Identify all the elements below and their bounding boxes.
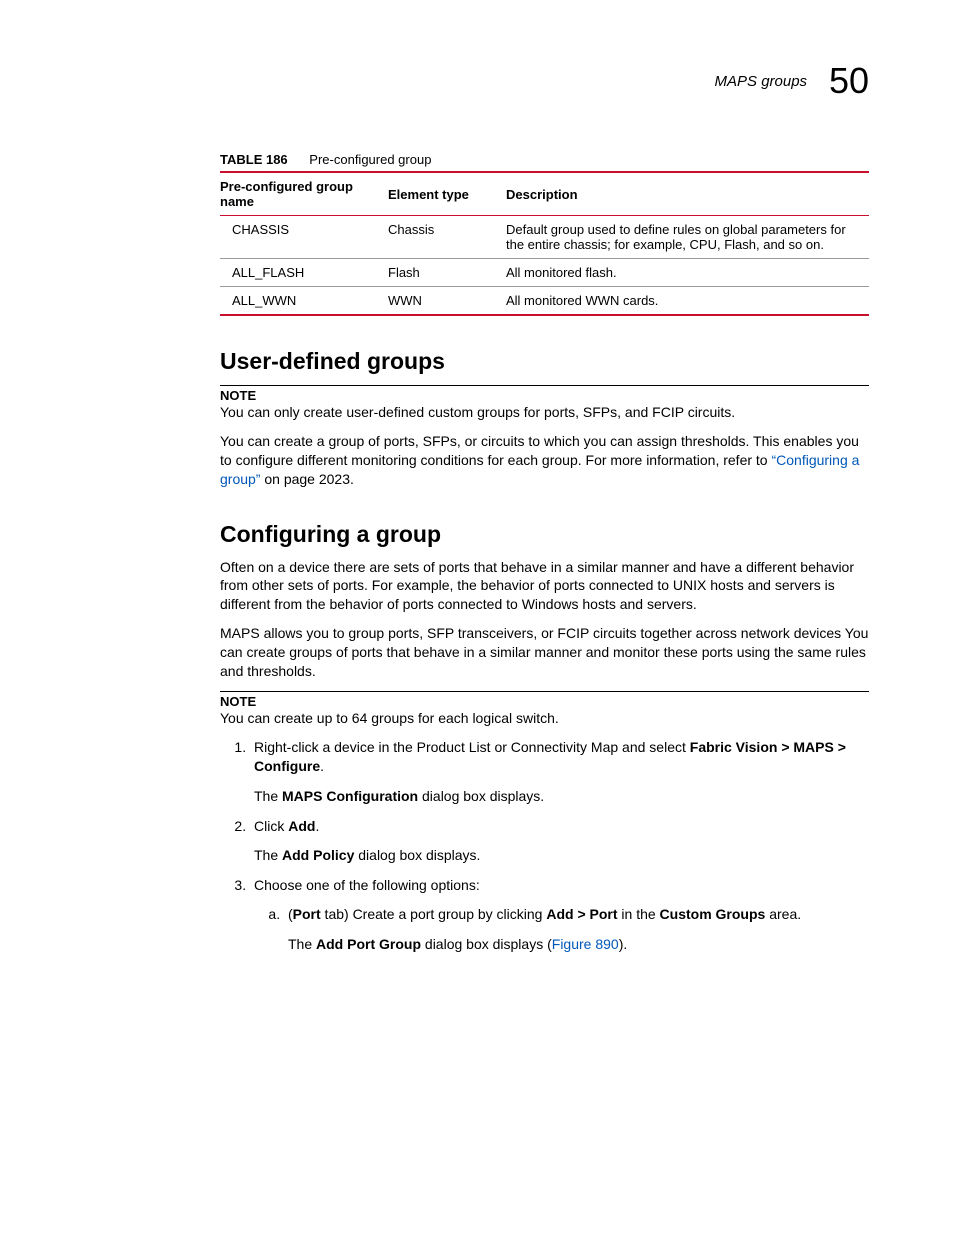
cell-desc: All monitored flash. — [506, 259, 869, 287]
table-row: ALL_FLASH Flash All monitored flash. — [220, 259, 869, 287]
preconfigured-group-table: Pre-configured group name Element type D… — [220, 171, 869, 316]
heading-configuring-a-group: Configuring a group — [220, 521, 869, 548]
cell-type: Flash — [388, 259, 506, 287]
note-label: NOTE — [220, 694, 869, 709]
step-2: Click Add. The Add Policy dialog box dis… — [250, 817, 869, 866]
cell-name: ALL_FLASH — [220, 259, 388, 287]
table-row: CHASSIS Chassis Default group used to de… — [220, 216, 869, 259]
step-result: The Add Policy dialog box displays. — [254, 846, 869, 866]
step-1: Right-click a device in the Product List… — [250, 738, 869, 807]
step-3: Choose one of the following options: (Po… — [250, 876, 869, 955]
content-body: TABLE 186 Pre-configured group Pre-confi… — [220, 152, 869, 955]
step-result: The MAPS Configuration dialog box displa… — [254, 787, 869, 807]
table-header-row: Pre-configured group name Element type D… — [220, 172, 869, 216]
link-figure-890[interactable]: Figure 890 — [552, 936, 619, 952]
note-text: You can only create user-defined custom … — [220, 403, 869, 422]
cell-name: CHASSIS — [220, 216, 388, 259]
divider — [220, 691, 869, 692]
document-page: MAPS groups 50 TABLE 186 Pre-configured … — [0, 0, 954, 1235]
cell-desc: All monitored WWN cards. — [506, 287, 869, 316]
cell-desc: Default group used to define rules on gl… — [506, 216, 869, 259]
substep-a: (Port tab) Create a port group by clicki… — [284, 905, 869, 954]
th-desc: Description — [506, 172, 869, 216]
cell-name: ALL_WWN — [220, 287, 388, 316]
paragraph: MAPS allows you to group ports, SFP tran… — [220, 624, 869, 681]
table-caption: TABLE 186 Pre-configured group — [220, 152, 869, 167]
table-number: TABLE 186 — [220, 152, 288, 167]
chapter-number: 50 — [829, 60, 869, 101]
divider — [220, 385, 869, 386]
paragraph: You can create a group of ports, SFPs, o… — [220, 432, 869, 489]
note-label: NOTE — [220, 388, 869, 403]
table-title: Pre-configured group — [309, 152, 431, 167]
cell-type: WWN — [388, 287, 506, 316]
step-result: The Add Port Group dialog box displays (… — [288, 935, 869, 955]
cell-type: Chassis — [388, 216, 506, 259]
substeps-list: (Port tab) Create a port group by clicki… — [254, 905, 869, 954]
table-row: ALL_WWN WWN All monitored WWN cards. — [220, 287, 869, 316]
header-section: MAPS groups — [715, 73, 808, 90]
page-header: MAPS groups 50 — [85, 60, 869, 102]
paragraph: Often on a device there are sets of port… — [220, 558, 869, 615]
note-text: You can create up to 64 groups for each … — [220, 709, 869, 728]
th-type: Element type — [388, 172, 506, 216]
th-name: Pre-configured group name — [220, 172, 388, 216]
steps-list: Right-click a device in the Product List… — [220, 738, 869, 955]
heading-user-defined-groups: User-defined groups — [220, 348, 869, 375]
